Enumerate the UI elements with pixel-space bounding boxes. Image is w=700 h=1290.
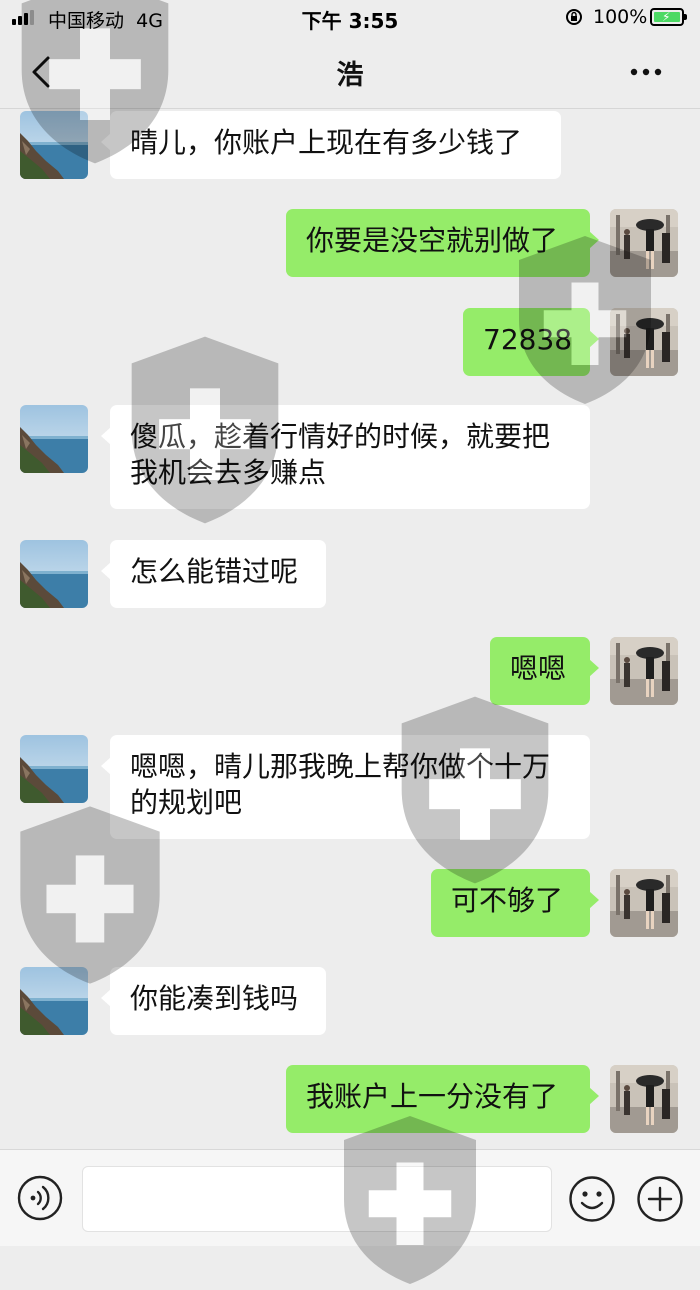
message-text: 你要是没空就别做了: [306, 224, 559, 257]
message-bubble-incoming[interactable]: 怎么能错过呢: [101, 540, 326, 608]
message-bubble-incoming[interactable]: 傻瓜，趁着行情好的时候，就要把我机会去多赚点: [101, 405, 590, 509]
contact-avatar[interactable]: [20, 967, 88, 1035]
message-text: 我账户上一分没有了: [306, 1080, 559, 1113]
battery-charging-icon: ⚡: [650, 8, 687, 26]
message-text: 怎么能错过呢: [130, 555, 299, 588]
battery-percent: 100%: [593, 6, 648, 28]
message-text: 可不够了: [451, 884, 564, 917]
self-avatar[interactable]: [610, 308, 678, 376]
contact-avatar[interactable]: [20, 735, 88, 803]
message-bubble-outgoing[interactable]: 嗯嗯: [490, 637, 599, 705]
contact-avatar[interactable]: [20, 405, 88, 473]
message-bubble-outgoing[interactable]: 可不够了: [431, 869, 599, 937]
message-bubble-incoming[interactable]: 晴儿，你账户上现在有多少钱了: [101, 111, 561, 179]
message-text: 嗯嗯，晴儿那我晚上帮你做个十万的规划吧: [130, 750, 551, 819]
self-avatar[interactable]: [610, 1065, 678, 1133]
message-text: 傻瓜，趁着行情好的时候，就要把我机会去多赚点: [130, 420, 551, 489]
message-bubble-outgoing[interactable]: 72838: [463, 308, 599, 376]
chat-area[interactable]: 晴儿，你账户上现在有多少钱了 你要是没空就别做了 72838 傻瓜，趁着行情好的…: [0, 109, 700, 1149]
emoji-icon[interactable]: [568, 1175, 616, 1223]
message-bubble-incoming[interactable]: 你能凑到钱吗: [101, 967, 326, 1035]
contact-avatar[interactable]: [20, 540, 88, 608]
message-text: 你能凑到钱吗: [130, 982, 299, 1015]
chat-title: 浩: [336, 60, 364, 91]
message-text: 晴儿，你账户上现在有多少钱了: [130, 126, 523, 159]
status-bar: 中国移动 4G 下午 3:55 100% ⚡: [0, 0, 700, 36]
nav-bar: 浩: [0, 36, 700, 109]
message-bubble-outgoing[interactable]: 我账户上一分没有了: [286, 1065, 599, 1133]
self-avatar[interactable]: [610, 209, 678, 277]
message-input[interactable]: [82, 1166, 552, 1232]
voice-icon[interactable]: [17, 1175, 63, 1221]
message-text: 72838: [483, 323, 573, 356]
input-bar: [0, 1149, 700, 1246]
orientation-lock-icon: [566, 9, 582, 25]
more-dots-icon[interactable]: [624, 52, 668, 92]
message-bubble-incoming[interactable]: 嗯嗯，晴儿那我晚上帮你做个十万的规划吧: [101, 735, 590, 839]
message-bubble-outgoing[interactable]: 你要是没空就别做了: [286, 209, 599, 277]
add-icon[interactable]: [636, 1175, 684, 1223]
message-text: 嗯嗯: [510, 652, 567, 685]
self-avatar[interactable]: [610, 637, 678, 705]
contact-avatar[interactable]: [20, 111, 88, 179]
self-avatar[interactable]: [610, 869, 678, 937]
